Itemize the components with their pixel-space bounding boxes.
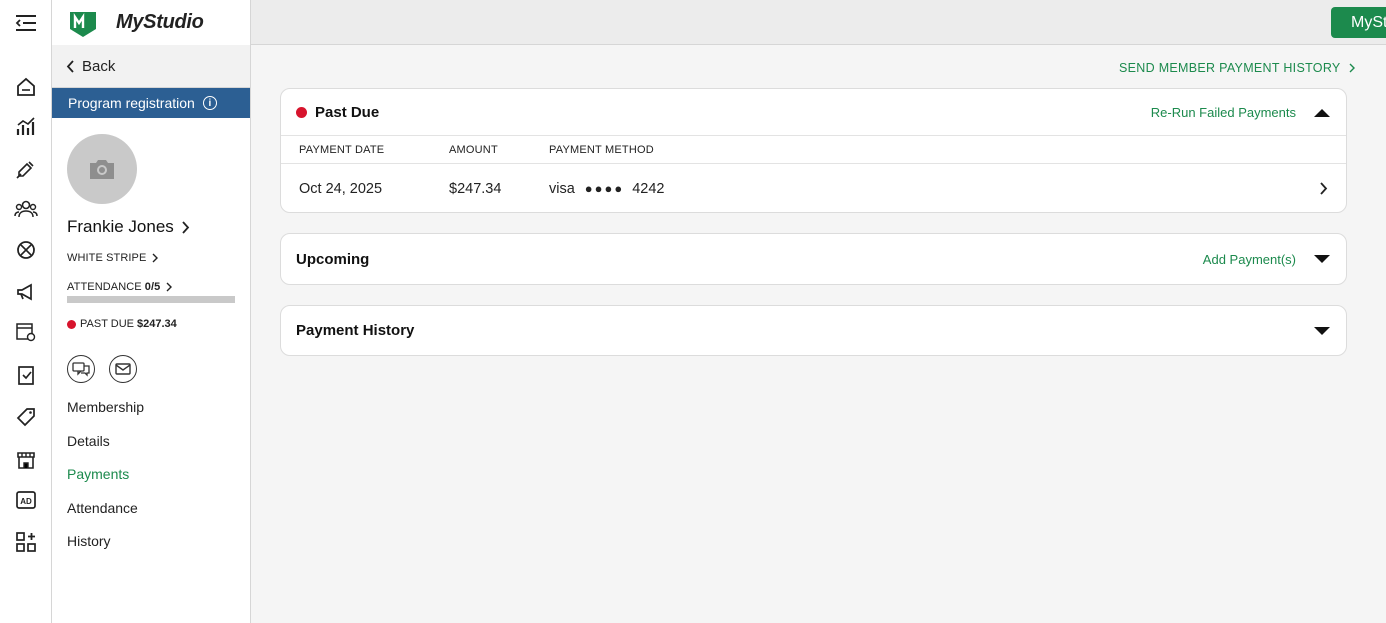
collapse-caret-icon[interactable] bbox=[1314, 109, 1330, 117]
payment-history-card: Payment History bbox=[280, 305, 1347, 356]
email-button[interactable] bbox=[109, 355, 137, 383]
schedule-settings-icon[interactable] bbox=[14, 320, 38, 344]
past-due-indicator bbox=[296, 106, 307, 118]
payment-amount: $247.34 bbox=[449, 180, 502, 197]
send-history-label: SEND MEMBER PAYMENT HISTORY bbox=[1119, 61, 1341, 75]
menu-toggle-button[interactable] bbox=[0, 0, 52, 45]
col-amount: AMOUNT bbox=[449, 143, 498, 156]
payments-table-header: PAYMENT DATE AMOUNT PAYMENT METHOD bbox=[281, 135, 1346, 164]
camera-icon bbox=[90, 160, 114, 179]
logo[interactable]: MyStudio bbox=[52, 0, 251, 45]
send-payment-history-link[interactable]: SEND MEMBER PAYMENT HISTORY bbox=[1119, 61, 1355, 75]
menu-collapse-icon bbox=[15, 14, 36, 31]
add-payments-button[interactable]: Add Payment(s) bbox=[1203, 234, 1296, 284]
program-label: Program registration bbox=[68, 95, 195, 111]
mail-icon bbox=[115, 363, 131, 375]
info-icon[interactable]: i bbox=[202, 96, 217, 110]
past-due-amount: $247.34 bbox=[137, 318, 177, 330]
rerun-failed-payments-button[interactable]: Re-Run Failed Payments bbox=[1151, 89, 1296, 135]
leads-icon[interactable] bbox=[14, 157, 38, 181]
past-due-title: Past Due bbox=[315, 103, 380, 121]
past-due-status: PAST DUE $247.34 bbox=[67, 318, 177, 330]
past-due-header[interactable]: Past Due Re-Run Failed Payments bbox=[281, 89, 1346, 135]
top-bar: MyStudio MySt bbox=[0, 0, 1386, 45]
nav-payments[interactable]: Payments bbox=[67, 466, 129, 482]
attendance-value: 0/5 bbox=[144, 281, 161, 293]
apps-icon[interactable] bbox=[14, 530, 38, 554]
logo-text: MyStudio bbox=[116, 11, 204, 33]
message-button[interactable] bbox=[67, 355, 95, 383]
chevron-right-icon bbox=[166, 282, 173, 292]
upcoming-title: Upcoming bbox=[296, 250, 370, 268]
past-due-label: PAST DUE bbox=[80, 318, 134, 330]
upcoming-header[interactable]: Upcoming Add Payment(s) bbox=[281, 234, 1346, 284]
rank-link[interactable]: WHITE STRIPE bbox=[67, 252, 159, 264]
back-button[interactable]: Back bbox=[52, 45, 250, 88]
avatar[interactable] bbox=[67, 134, 137, 204]
chat-icon bbox=[72, 362, 90, 377]
nav-attendance[interactable]: Attendance bbox=[67, 500, 138, 516]
nav-history[interactable]: History bbox=[67, 533, 111, 549]
expand-caret-icon[interactable] bbox=[1314, 255, 1330, 263]
logo-mark-icon bbox=[70, 12, 96, 37]
payment-date: Oct 24, 2025 bbox=[299, 180, 383, 197]
col-payment-method: PAYMENT METHOD bbox=[549, 143, 654, 156]
chevron-left-icon bbox=[66, 59, 74, 73]
marketing-icon[interactable] bbox=[14, 280, 38, 304]
svg-text:AD: AD bbox=[20, 497, 32, 506]
store-icon[interactable] bbox=[14, 448, 38, 472]
payment-history-header[interactable]: Payment History bbox=[281, 306, 1346, 355]
chevron-right-icon bbox=[182, 220, 189, 234]
attendance-progress-bar bbox=[67, 296, 235, 303]
home-icon[interactable] bbox=[14, 75, 38, 99]
table-row[interactable]: Oct 24, 2025 $247.34 visa ●●●● 4242 bbox=[281, 164, 1346, 213]
card-last4: 4242 bbox=[632, 180, 665, 197]
app-switch-button[interactable]: MySt bbox=[1331, 7, 1386, 38]
payment-history-title: Payment History bbox=[296, 322, 415, 339]
chevron-right-icon bbox=[152, 253, 159, 263]
attendance-label: ATTENDANCE bbox=[67, 281, 142, 293]
program-registration-bar: Program registration i bbox=[52, 88, 250, 118]
col-payment-date: PAYMENT DATE bbox=[299, 143, 385, 156]
ad-icon[interactable]: AD bbox=[14, 488, 38, 512]
member-name-link[interactable]: Frankie Jones bbox=[67, 217, 190, 237]
expand-caret-icon[interactable] bbox=[1314, 326, 1330, 335]
card-brand: visa bbox=[549, 180, 575, 197]
past-due-card: Past Due Re-Run Failed Payments PAYMENT … bbox=[280, 88, 1347, 213]
icon-rail: AD bbox=[0, 45, 52, 623]
upcoming-card: Upcoming Add Payment(s) bbox=[280, 233, 1347, 285]
card-mask: ●●●● bbox=[584, 181, 625, 196]
nav-details[interactable]: Details bbox=[67, 433, 110, 449]
attendance-link[interactable]: ATTENDANCE 0/5 bbox=[67, 281, 173, 293]
member-name: Frankie Jones bbox=[67, 217, 174, 236]
past-due-dot bbox=[67, 319, 76, 329]
back-label: Back bbox=[82, 57, 116, 75]
nav-membership[interactable]: Membership bbox=[67, 399, 144, 415]
tags-icon[interactable] bbox=[14, 405, 38, 429]
chevron-right-icon bbox=[1349, 63, 1355, 73]
tasks-icon[interactable] bbox=[14, 363, 38, 387]
members-icon[interactable] bbox=[14, 197, 38, 221]
row-chevron-right-icon[interactable] bbox=[1320, 164, 1328, 213]
payment-method: visa ●●●● 4242 bbox=[549, 164, 664, 213]
programs-icon[interactable] bbox=[14, 238, 38, 262]
rank-label: WHITE STRIPE bbox=[67, 252, 147, 264]
analytics-icon[interactable] bbox=[14, 114, 38, 138]
member-panel: Back Program registration i Frankie Jone… bbox=[52, 45, 251, 623]
